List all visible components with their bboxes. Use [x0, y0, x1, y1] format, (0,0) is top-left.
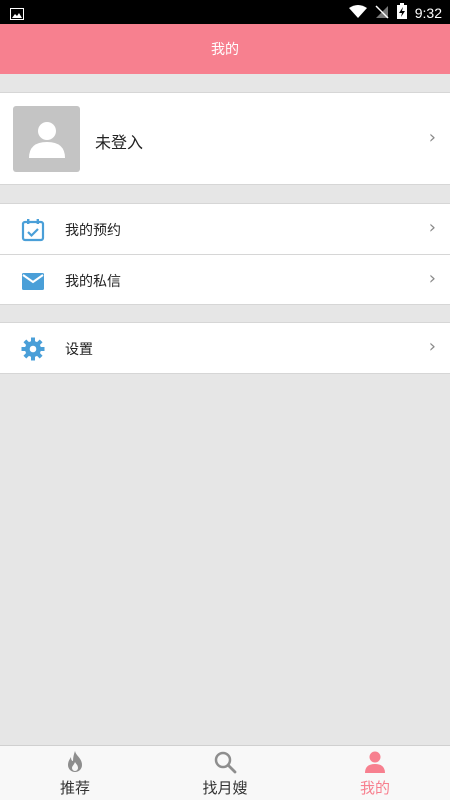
no-signal-icon — [375, 4, 389, 23]
search-icon — [214, 751, 237, 774]
menu-item-messages[interactable]: 我的私信 › — [0, 255, 450, 306]
mail-icon — [22, 273, 44, 290]
flame-icon — [68, 751, 82, 772]
page-title: 我的 — [211, 42, 239, 58]
tab-label: 找月嫂 — [202, 779, 248, 797]
chevron-right-icon: › — [428, 217, 436, 238]
wifi-icon — [348, 4, 367, 23]
chevron-right-icon: › — [428, 268, 436, 289]
tab-find-nanny[interactable]: 找月嫂 — [150, 746, 300, 800]
menu-list: 我的预约 › 我的私信 › — [0, 203, 450, 305]
menu-item-label: 设置 — [65, 342, 93, 358]
avatar-placeholder-icon — [28, 122, 65, 158]
tab-recommend[interactable]: 推荐 — [0, 746, 150, 800]
app-header: 我的 — [0, 24, 450, 74]
gear-icon — [21, 337, 45, 361]
tab-label: 推荐 — [59, 779, 90, 797]
settings-section: 设置 › — [0, 322, 450, 374]
battery-charging-icon — [396, 3, 407, 23]
menu-item-settings[interactable]: 设置 › — [0, 323, 450, 374]
status-bar: 9:32 — [0, 0, 450, 24]
avatar[interactable] — [13, 106, 80, 172]
profile-row[interactable]: 未登入 › — [0, 92, 450, 185]
menu-item-label: 我的预约 — [65, 223, 121, 239]
menu-item-label: 我的私信 — [65, 274, 121, 290]
person-icon — [365, 751, 385, 773]
tab-mine[interactable]: 我的 — [300, 746, 450, 800]
status-time: 9:32 — [414, 5, 442, 21]
chevron-right-icon: › — [428, 336, 436, 357]
menu-item-appointments[interactable]: 我的预约 › — [0, 204, 450, 255]
image-notification-icon — [10, 5, 24, 24]
calendar-check-icon — [21, 219, 45, 242]
login-label: 未登入 — [95, 133, 144, 152]
bottom-tab-bar: 推荐 找月嫂 我的 — [0, 745, 450, 800]
tab-label: 我的 — [359, 779, 390, 797]
chevron-right-icon: › — [428, 127, 436, 148]
